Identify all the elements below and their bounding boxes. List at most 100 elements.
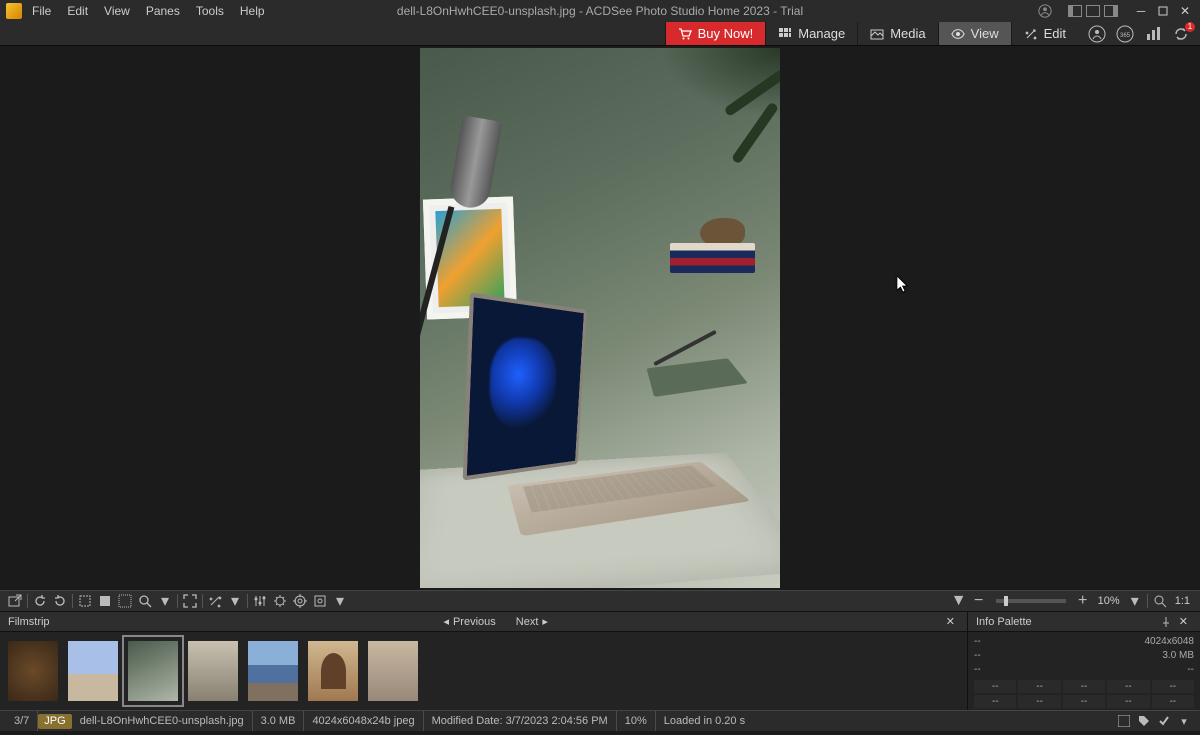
- status-dimensions: 4024x6048x24b jpeg: [304, 711, 423, 731]
- next-chevron-icon[interactable]: ▸: [542, 615, 548, 628]
- target-icon[interactable]: [291, 592, 309, 610]
- thumb-2[interactable]: [68, 641, 118, 701]
- status-format-badge: JPG: [38, 714, 71, 729]
- layout-center-icon[interactable]: [1086, 5, 1100, 17]
- layout-right-icon[interactable]: [1104, 5, 1118, 17]
- notification-badge: 1: [1185, 22, 1195, 32]
- thumb-6[interactable]: [308, 641, 358, 701]
- thumb-5[interactable]: [248, 641, 298, 701]
- wand-icon: [1024, 27, 1038, 41]
- zoom-dropdown-icon[interactable]: ▾: [156, 592, 174, 610]
- status-loaded: Loaded in 0.20 s: [656, 711, 753, 731]
- zoom-slider[interactable]: [996, 599, 1066, 603]
- status-dropdown-icon[interactable]: ▾: [1176, 713, 1192, 729]
- dashboard-icon[interactable]: [1144, 25, 1162, 43]
- select-active-icon[interactable]: [96, 592, 114, 610]
- select-icon[interactable]: [76, 592, 94, 610]
- window-title: dell-L8OnHwhCEE0-unsplash.jpg - ACDSee P…: [397, 4, 803, 18]
- menu-tools[interactable]: Tools: [196, 4, 224, 18]
- info-close-icon[interactable]: ✕: [1175, 615, 1192, 628]
- media-icon: [870, 27, 884, 41]
- marquee-icon[interactable]: [116, 592, 134, 610]
- buy-now-button[interactable]: Buy Now!: [665, 22, 766, 45]
- svg-text:365: 365: [1120, 33, 1131, 39]
- info-field: --: [974, 664, 981, 675]
- adjust-icon[interactable]: [251, 592, 269, 610]
- filmstrip-thumbs: [0, 632, 967, 710]
- menu-edit[interactable]: Edit: [67, 4, 88, 18]
- rotate-right-icon[interactable]: [51, 592, 69, 610]
- sync-icon[interactable]: 1: [1172, 25, 1190, 43]
- preset-icon[interactable]: [311, 592, 329, 610]
- check-icon[interactable]: [1156, 713, 1172, 729]
- exposure-icon[interactable]: [271, 592, 289, 610]
- mode-manage[interactable]: Manage: [765, 22, 857, 45]
- mode-bar-icons: 365 1: [1078, 22, 1200, 45]
- info-field: --: [974, 636, 981, 647]
- minimize-button[interactable]: ─: [1134, 4, 1148, 18]
- title-bar: File Edit View Panes Tools Help dell-L8O…: [0, 0, 1200, 22]
- thumb-7[interactable]: [368, 641, 418, 701]
- app-icon: [6, 3, 22, 19]
- filmstrip-close-icon[interactable]: ✕: [942, 615, 959, 628]
- preview-image: [420, 48, 780, 588]
- fx-dropdown-icon[interactable]: ▾: [226, 592, 244, 610]
- info-dimensions: 4024x6048: [1145, 636, 1195, 647]
- tag-icon[interactable]: [1136, 713, 1152, 729]
- zoom-percent: 10%: [1094, 595, 1124, 607]
- close-button[interactable]: ✕: [1178, 4, 1192, 18]
- info-palette-panel: Info Palette ✕ --4024x6048 --3.0 MB ----…: [968, 612, 1200, 710]
- layout-left-icon[interactable]: [1068, 5, 1082, 17]
- menu-view[interactable]: View: [104, 4, 130, 18]
- info-field: --: [1187, 664, 1194, 675]
- fx-icon[interactable]: [206, 592, 224, 610]
- zoom-tool-icon[interactable]: [136, 592, 154, 610]
- layout-presets: [1068, 5, 1118, 17]
- image-viewer[interactable]: [0, 46, 1200, 590]
- people-icon[interactable]: [1088, 25, 1106, 43]
- mode-view[interactable]: View: [938, 22, 1011, 45]
- status-filesize: 3.0 MB: [253, 711, 305, 731]
- cart-icon: [678, 27, 692, 41]
- zoom-pct-dropdown-icon[interactable]: ▾: [1126, 592, 1144, 610]
- filmstrip-panel: Filmstrip ◂ Previous Next ▸ ✕: [0, 612, 968, 710]
- fullscreen-icon[interactable]: [181, 592, 199, 610]
- prev-chevron-icon[interactable]: ◂: [443, 615, 449, 628]
- rotate-left-icon[interactable]: [31, 592, 49, 610]
- grid-icon: [778, 27, 792, 41]
- color-label-icon[interactable]: [1116, 713, 1132, 729]
- filmstrip-title: Filmstrip: [8, 616, 50, 628]
- status-bar: 3/7 JPG dell-L8OnHwhCEE0-unsplash.jpg 3.…: [0, 710, 1200, 731]
- account-icon[interactable]: [1038, 4, 1052, 18]
- menu-file[interactable]: File: [32, 4, 51, 18]
- thumb-1[interactable]: [8, 641, 58, 701]
- thumb-4[interactable]: [188, 641, 238, 701]
- pin-icon[interactable]: [1157, 617, 1175, 627]
- status-zoom: 10%: [617, 711, 656, 731]
- 365-icon[interactable]: 365: [1116, 25, 1134, 43]
- mode-bar: Buy Now! Manage Media View Edit 365 1: [0, 22, 1200, 46]
- filter-dropdown-icon[interactable]: ▼: [950, 592, 968, 610]
- main-menu: File Edit View Panes Tools Help: [28, 4, 265, 18]
- preset-dropdown-icon[interactable]: ▾: [331, 592, 349, 610]
- info-palette-title: Info Palette: [976, 616, 1032, 628]
- mode-edit[interactable]: Edit: [1011, 22, 1078, 45]
- thumb-3[interactable]: [128, 641, 178, 701]
- status-modified: Modified Date: 3/7/2023 2:04:56 PM: [424, 711, 617, 731]
- maximize-button[interactable]: [1156, 4, 1170, 18]
- zoom-in-icon[interactable]: +: [1074, 592, 1092, 610]
- menu-help[interactable]: Help: [240, 4, 265, 18]
- actual-size-button[interactable]: 1:1: [1171, 595, 1194, 607]
- menu-panes[interactable]: Panes: [146, 4, 180, 18]
- filmstrip-prev[interactable]: Previous: [453, 616, 496, 628]
- fit-icon[interactable]: [1151, 592, 1169, 610]
- mode-media[interactable]: Media: [857, 22, 937, 45]
- info-filesize: 3.0 MB: [1162, 650, 1194, 661]
- external-editor-icon[interactable]: [6, 592, 24, 610]
- zoom-out-icon[interactable]: −: [970, 592, 988, 610]
- mouse-cursor: [897, 276, 909, 294]
- status-filename: dell-L8OnHwhCEE0-unsplash.jpg: [72, 711, 253, 731]
- status-counter: 3/7: [6, 711, 38, 731]
- filmstrip-next[interactable]: Next: [516, 616, 539, 628]
- info-grid: ---------- ----------: [974, 680, 1194, 708]
